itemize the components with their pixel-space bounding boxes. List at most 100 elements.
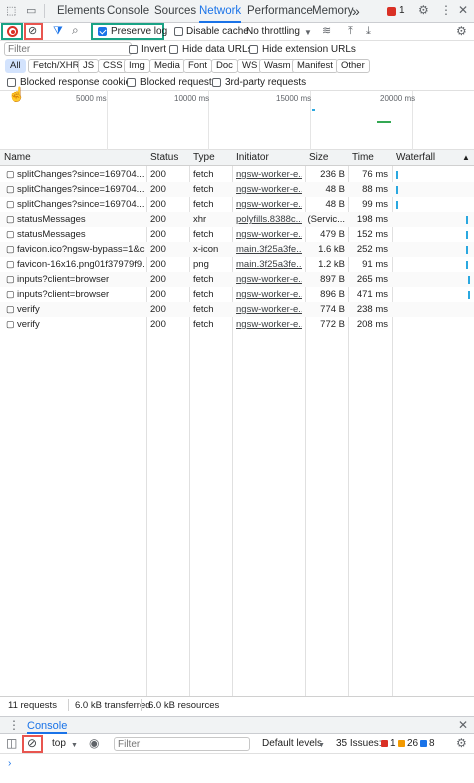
console-filter-input[interactable] [114, 737, 250, 751]
type-filter-all[interactable]: All [5, 59, 26, 73]
context-select[interactable]: top [52, 738, 66, 749]
tab-network[interactable]: Network [199, 0, 242, 23]
request-initiator[interactable]: ngsw-worker-e... [236, 197, 302, 212]
table-row[interactable]: ▢ inputs?client=browser 200 fetch ngsw-worke… [0, 272, 474, 287]
third-party-checkbox[interactable] [212, 78, 221, 87]
request-initiator[interactable]: ngsw-worker-e... [236, 227, 302, 242]
drawer-tab-console[interactable]: Console [27, 720, 68, 734]
chevron-down-icon[interactable]: ▼ [304, 27, 312, 38]
console-clear-icon[interactable]: ⊘ [27, 737, 37, 749]
device-toolbar-icon[interactable]: ▭ [26, 6, 36, 17]
table-row[interactable]: ▢ inputs?client=browser 200 fetch ngsw-worke… [0, 287, 474, 302]
column-size[interactable]: Size [305, 150, 328, 166]
kebab-menu-icon[interactable]: ⋮ [440, 4, 452, 16]
column-type[interactable]: Type [189, 150, 215, 166]
type-filter-fetch-xhr[interactable]: Fetch/XHR [28, 59, 85, 73]
disable-cache-checkbox[interactable] [174, 27, 183, 36]
settings-gear-icon[interactable]: ⚙ [418, 4, 429, 16]
invert-checkbox[interactable] [129, 45, 138, 54]
request-initiator[interactable]: ngsw-worker-e... [236, 287, 302, 302]
request-name[interactable]: statusMessages [17, 227, 145, 242]
column-time[interactable]: Time [348, 150, 374, 166]
request-name[interactable]: splitChanges?since=169704... [17, 167, 145, 182]
filter-funnel-icon[interactable]: ⧩ [53, 26, 63, 37]
request-name[interactable]: inputs?client=browser [17, 287, 145, 302]
hide-extension-urls-checkbox[interactable] [249, 45, 258, 54]
network-conditions-icon[interactable]: ≋ [322, 26, 331, 37]
request-initiator[interactable]: ngsw-worker-e... [236, 272, 302, 287]
export-har-icon[interactable]: ⤓ [366, 26, 371, 37]
import-har-icon[interactable]: ⤒ [348, 26, 353, 37]
request-name[interactable]: favicon.ico?ngsw-bypass=1&c... [17, 242, 145, 257]
record-button-icon[interactable] [7, 26, 18, 37]
type-filter-img[interactable]: Img [124, 59, 150, 73]
request-name[interactable]: verify [17, 302, 145, 317]
more-tabs-icon[interactable]: » [352, 0, 360, 23]
type-filter-doc[interactable]: Doc [211, 59, 238, 73]
table-row[interactable]: ▢ favicon-16x16.png01f37979f9... 200 png mai… [0, 257, 474, 272]
type-filter-manifest[interactable]: Manifest [292, 59, 338, 73]
error-badge-icon[interactable] [387, 7, 396, 16]
sidebar-toggle-icon[interactable]: ◫ [6, 737, 17, 749]
clear-log-icon[interactable]: ⊘ [28, 26, 37, 37]
request-initiator[interactable]: ngsw-worker-e... [236, 182, 302, 197]
table-row[interactable]: ▢ splitChanges?since=169704... 200 fetch ngs… [0, 182, 474, 197]
column-name[interactable]: Name [0, 150, 31, 166]
network-settings-gear-icon[interactable]: ⚙ [456, 25, 467, 37]
network-overview-timeline[interactable]: 5000 ms 10000 ms 15000 ms 20000 ms [0, 90, 474, 151]
log-levels-select[interactable]: Default levels [262, 738, 322, 749]
request-name[interactable]: splitChanges?since=169704... [17, 182, 145, 197]
tab-performance[interactable]: Performance [247, 0, 313, 23]
request-time: 91 ms [362, 259, 388, 270]
request-name[interactable]: inputs?client=browser [17, 272, 145, 287]
column-waterfall[interactable]: Waterfall [392, 150, 435, 166]
blocked-requests-checkbox[interactable] [127, 78, 136, 87]
column-status[interactable]: Status [146, 150, 178, 166]
error-count[interactable]: 1 [399, 5, 405, 16]
type-filter-wasm[interactable]: Wasm [259, 59, 296, 73]
tab-elements[interactable]: Elements [57, 0, 105, 23]
table-row[interactable]: ▢ splitChanges?since=169704... 200 fetch ngs… [0, 197, 474, 212]
table-row[interactable]: ▢ splitChanges?since=169704... 200 fetch ngs… [0, 167, 474, 182]
table-row[interactable]: ▢ verify 200 fetch ngsw-worker-e... 774 B 238 … [0, 302, 474, 317]
table-row[interactable]: ▢ verify 200 fetch ngsw-worker-e... 772 B 208 … [0, 317, 474, 332]
type-filter-media[interactable]: Media [149, 59, 185, 73]
request-initiator[interactable]: main.3f25a3fe... [236, 242, 302, 257]
console-prompt-icon[interactable]: › [8, 758, 11, 769]
chevron-down-icon[interactable]: ▼ [71, 740, 78, 751]
table-row[interactable]: ▢ statusMessages 200 fetch ngsw-worker-e... 4… [0, 227, 474, 242]
request-initiator[interactable]: polyfills.8388c... [236, 212, 302, 227]
request-name[interactable]: favicon-16x16.png01f37979f9... [17, 257, 145, 272]
live-expression-eye-icon[interactable]: ◉ [89, 737, 99, 749]
request-initiator[interactable]: ngsw-worker-e... [236, 167, 302, 182]
tab-sources[interactable]: Sources [154, 0, 196, 23]
type-filter-other[interactable]: Other [336, 59, 370, 73]
resources-size: 6.0 kB resources [148, 700, 220, 711]
drawer-menu-icon[interactable]: ⋮ [8, 719, 20, 731]
filter-input[interactable] [4, 42, 132, 56]
column-initiator[interactable]: Initiator [232, 150, 269, 166]
type-filter-js[interactable]: JS [78, 59, 100, 73]
request-name[interactable]: verify [17, 317, 145, 332]
search-icon[interactable]: ⌕ [72, 24, 79, 36]
chevron-down-icon[interactable]: ▼ [318, 740, 325, 751]
preserve-log-checkbox[interactable] [98, 27, 107, 36]
request-name[interactable]: splitChanges?since=169704... [17, 197, 145, 212]
close-devtools-icon[interactable]: ✕ [458, 4, 468, 16]
issues-label[interactable]: 35 Issues: [336, 738, 382, 749]
table-row[interactable]: ▢ statusMessages 200 xhr polyfills.8388c... (… [0, 212, 474, 227]
tab-memory[interactable]: Memory [312, 0, 354, 23]
request-name[interactable]: statusMessages [17, 212, 145, 227]
hide-data-urls-checkbox[interactable] [169, 45, 178, 54]
close-drawer-icon[interactable]: ✕ [458, 719, 468, 731]
sort-up-icon[interactable]: ▲ [458, 150, 470, 166]
request-initiator[interactable]: ngsw-worker-e... [236, 302, 302, 317]
request-initiator[interactable]: main.3f25a3fe... [236, 257, 302, 272]
throttling-select[interactable]: No throttling [246, 26, 300, 37]
request-initiator[interactable]: ngsw-worker-e... [236, 317, 302, 332]
type-filter-font[interactable]: Font [183, 59, 213, 73]
tab-console[interactable]: Console [107, 0, 149, 23]
table-row[interactable]: ▢ favicon.ico?ngsw-bypass=1&c... 200 x-icon… [0, 242, 474, 257]
console-settings-gear-icon[interactable]: ⚙ [456, 737, 467, 749]
inspect-element-icon[interactable]: ⬚ [6, 6, 16, 17]
